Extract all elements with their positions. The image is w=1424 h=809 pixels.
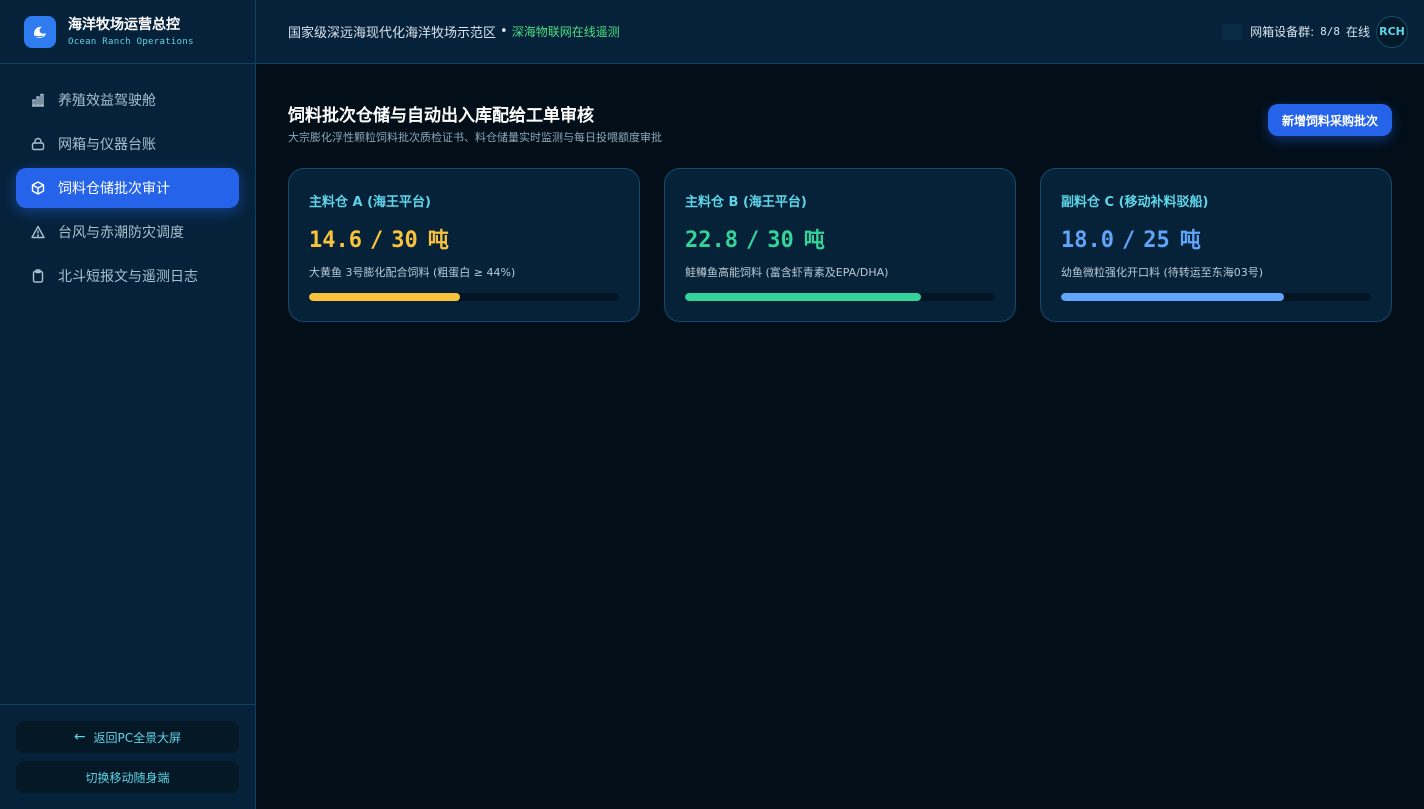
silo-progress-fill [685, 293, 921, 301]
silo-card-value: 22.8 / 30 吨 [685, 224, 995, 254]
silo-separator: / [745, 228, 760, 253]
switch-mobile-label: 切换移动随身端 [85, 770, 170, 785]
sidebar-item-disaster[interactable]: 台风与赤潮防灾调度 [16, 212, 239, 252]
silo-separator: / [1121, 228, 1136, 253]
silo-progress-track [685, 293, 995, 301]
add-feed-batch-button[interactable]: 新增饲料采购批次 [1267, 104, 1392, 136]
clipboard-icon [30, 268, 46, 284]
silo-unit: 吨 [803, 228, 825, 252]
silo-current: 18.0 [1061, 228, 1114, 253]
page-subtitle: 大宗膨化浮性颗粒饲料批次质检证书、料仓储量实时监测与每日投喂额度审批 [288, 131, 662, 144]
silo-card-title: 主料仓 A (海王平台) [309, 195, 431, 210]
sidebar-item-label: 台风与赤潮防灾调度 [58, 225, 184, 241]
page-header: 饲料批次仓储与自动出入库配给工单审核 大宗膨化浮性颗粒饲料批次质检证书、料仓储量… [288, 65, 1392, 168]
bar-chart-icon [30, 92, 46, 108]
silo-card-title: 主料仓 B (海王平台) [685, 195, 807, 210]
silo-capacity: 30 [391, 228, 418, 253]
lock-icon [30, 136, 46, 152]
header-separator: • [500, 24, 508, 39]
sidebar-item-label: 养殖效益驾驶舱 [58, 93, 156, 109]
silo-card-description: 鲑鳟鱼高能饲料 (富含虾青素及EPA/DHA) [685, 266, 889, 279]
box-icon [30, 180, 46, 196]
brand: 海洋牧场运营总控 Ocean Ranch Operations [0, 0, 255, 64]
silo-capacity: 25 [1143, 228, 1170, 253]
silo-current: 22.8 [685, 228, 738, 253]
back-to-pc-label: 返回PC全景大屏 [93, 730, 182, 745]
header-title: 国家级深远海现代化海洋牧场示范区 [288, 26, 497, 41]
silo-current: 14.6 [309, 228, 362, 253]
sidebar-item-feed-storage[interactable]: 饲料仓储批次审计 [16, 168, 239, 208]
main-content: 饲料批次仓储与自动出入库配给工单审核 大宗膨化浮性颗粒饲料批次质检证书、料仓储量… [256, 65, 1424, 809]
silo-card[interactable]: 主料仓 B (海王平台) 22.8 / 30 吨 鲑鳟鱼高能饲料 (富含虾青素及… [664, 168, 1016, 322]
arrow-left-icon: ← [73, 729, 86, 745]
telemetry-status: 深海物联网在线遥测 [511, 25, 620, 39]
silo-capacity: 30 [767, 228, 794, 253]
silo-card-value: 14.6 / 30 吨 [309, 224, 619, 254]
silo-progress-track [1061, 293, 1371, 301]
sidebar-item-label: 网箱与仪器台账 [58, 137, 156, 153]
back-to-pc-button[interactable]: ← 返回PC全景大屏 [16, 721, 239, 753]
device-group-state: 在线 [1345, 25, 1370, 39]
silo-card[interactable]: 副料仓 C (移动补料驳船) 18.0 / 25 吨 幼鱼微粒强化开口料 (待转… [1040, 168, 1392, 322]
device-group-icon [1222, 23, 1243, 40]
user-avatar[interactable]: RCH [1376, 15, 1408, 48]
sidebar-nav: 养殖效益驾驶舱 网箱与仪器台账 饲料仓储批次审计 台风与赤潮防灾调度 北斗短报文… [0, 64, 255, 296]
wave-logo-icon [24, 15, 56, 48]
sidebar-item-label: 饲料仓储批次审计 [58, 181, 170, 197]
sidebar: 海洋牧场运营总控 Ocean Ranch Operations 养殖效益驾驶舱 … [0, 0, 256, 809]
header-right: 网箱设备群: 8/8 在线 RCH [1222, 15, 1408, 48]
silo-separator: / [369, 228, 384, 253]
sidebar-item-label: 北斗短报文与遥测日志 [58, 269, 198, 285]
top-header: 国家级深远海现代化海洋牧场示范区 • 深海物联网在线遥测 网箱设备群: 8/8 … [256, 0, 1424, 64]
sidebar-item-cages[interactable]: 网箱与仪器台账 [16, 124, 239, 164]
silo-card-title: 副料仓 C (移动补料驳船) [1061, 195, 1209, 210]
silo-card[interactable]: 主料仓 A (海王平台) 14.6 / 30 吨 大黄鱼 3号膨化配合饲料 (粗… [288, 168, 640, 322]
silo-card-description: 幼鱼微粒强化开口料 (待转运至东海03号) [1061, 266, 1264, 279]
page-title: 饲料批次仓储与自动出入库配给工单审核 [288, 106, 594, 126]
silo-progress-fill [1061, 293, 1285, 301]
warning-icon [30, 224, 46, 240]
brand-subtitle: Ocean Ranch Operations [68, 37, 194, 47]
silo-progress-track [309, 293, 619, 301]
silo-card-value: 18.0 / 25 吨 [1061, 224, 1371, 254]
sidebar-item-beidou-log[interactable]: 北斗短报文与遥测日志 [16, 256, 239, 296]
brand-title: 海洋牧场运营总控 [68, 17, 180, 33]
silo-unit: 吨 [427, 228, 449, 252]
silo-cards: 主料仓 A (海王平台) 14.6 / 30 吨 大黄鱼 3号膨化配合饲料 (粗… [288, 168, 1392, 322]
device-group-count: 8/8 [1320, 25, 1340, 38]
silo-progress-fill [309, 293, 460, 301]
silo-unit: 吨 [1179, 228, 1201, 252]
device-group-label: 网箱设备群: [1250, 25, 1315, 39]
sidebar-footer: ← 返回PC全景大屏 切换移动随身端 [0, 704, 255, 809]
silo-card-description: 大黄鱼 3号膨化配合饲料 (粗蛋白 ≥ 44%) [309, 266, 516, 279]
switch-mobile-button[interactable]: 切换移动随身端 [16, 761, 239, 793]
sidebar-item-dashboard[interactable]: 养殖效益驾驶舱 [16, 80, 239, 120]
